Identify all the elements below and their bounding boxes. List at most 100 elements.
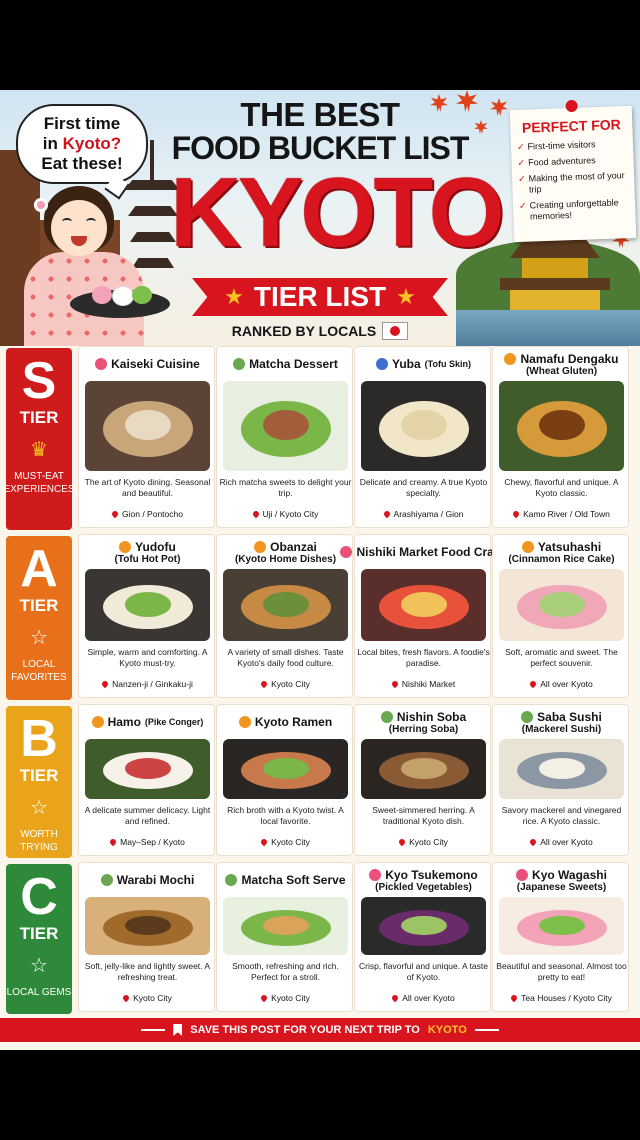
food-card[interactable]: Kyoto Ramen Rich broth with a Kyoto twist… — [216, 704, 353, 856]
food-card[interactable]: Kyo Wagashi (Japanese Sweets) Beautiful an… — [492, 862, 629, 1012]
flower-icon — [233, 358, 246, 370]
star-outline-icon: ☆ — [30, 955, 48, 977]
food-card[interactable]: Namafu Dengaku (Wheat Gluten) Chewy, flavo… — [492, 346, 629, 528]
food-description: Crisp, flavorful and unique. A taste of … — [359, 961, 488, 982]
food-location-text: All over Kyoto — [540, 837, 593, 847]
food-card[interactable]: Kaiseki Cuisine The art of Kyoto dining. … — [78, 346, 215, 528]
food-description: Soft, jelly-like and lightly sweet. A re… — [84, 961, 211, 982]
dish-detail — [125, 915, 171, 936]
food-photo — [223, 739, 348, 799]
food-header: Kaiseki Cuisine — [79, 349, 216, 379]
perfect-item: ✓ Food adventures — [517, 154, 627, 169]
speech-line-3: Eat these! — [41, 154, 123, 173]
food-location: All over Kyoto — [357, 993, 490, 1003]
food-header: Matcha Soft Serve — [217, 865, 354, 895]
dish-detail — [263, 915, 309, 936]
location-pin-icon — [511, 509, 521, 519]
ranked-by-locals: RANKED BY LOCALS — [220, 322, 420, 340]
tier-subtitle: LOCAL GEMS — [6, 987, 72, 998]
flower-icon — [238, 716, 251, 728]
food-card[interactable]: Yudofu (Tofu Hot Pot) Simple, warm and com… — [78, 534, 215, 698]
food-card[interactable]: Nishin Soba (Herring Soba) Sweet-simmered … — [354, 704, 491, 856]
dish-detail — [539, 915, 585, 936]
tier-word: TIER — [19, 408, 59, 427]
speech-line-1: First time — [43, 114, 121, 133]
food-photo — [499, 381, 624, 471]
food-card[interactable]: Yatsuhashi (Cinnamon Rice Cake) Soft, arom… — [492, 534, 629, 698]
food-card[interactable]: Obanzai (Kyoto Home Dishes) A variety of s… — [216, 534, 353, 698]
food-location-text: Kyoto City — [271, 837, 310, 847]
tier-word: TIER — [19, 924, 59, 943]
food-location-text: All over Kyoto — [540, 679, 593, 689]
header: First time in Kyoto? Eat these! THE BEST — [0, 90, 640, 346]
food-name: Kaiseki Cuisine — [111, 357, 200, 371]
food-description: The art of Kyoto dining. Seasonal and be… — [84, 477, 211, 498]
check-icon: ✓ — [517, 157, 526, 168]
food-name: Kyo Wagashi — [532, 867, 607, 882]
food-header: Warabi Mochi — [79, 865, 216, 895]
ranked-label: RANKED BY LOCALS — [231, 323, 377, 339]
food-description: Delicate and creamy. A true Kyoto specia… — [359, 477, 488, 498]
hair-flower-icon — [34, 198, 48, 212]
perfect-item: ✓ First-time visitors — [517, 138, 627, 153]
food-description: Chewy, flavorful and unique. A Kyoto cla… — [504, 477, 619, 498]
food-card[interactable]: Matcha Soft Serve Smooth, refreshing and … — [216, 862, 353, 1012]
check-icon: ✓ — [516, 141, 525, 152]
food-photo — [361, 381, 486, 471]
food-description: Rich matcha sweets to delight your trip. — [219, 477, 352, 498]
food-description: Soft, aromatic and sweet. The perfect so… — [505, 647, 618, 668]
food-location: Arashiyama / Gion — [357, 509, 490, 519]
food-photo — [85, 739, 210, 799]
food-location: Kyoto City — [357, 837, 490, 847]
location-pin-icon — [259, 837, 269, 847]
food-location: All over Kyoto — [495, 837, 628, 847]
footer-text: SAVE THIS POST FOR YOUR NEXT TRIP TO — [190, 1024, 420, 1036]
tier-list-label: TIER LIST — [253, 281, 387, 312]
food-name: Yatsuhashi — [537, 539, 602, 554]
food-subtitle: (Pike Conger) — [144, 717, 204, 727]
dango — [112, 286, 134, 306]
dish-detail — [125, 758, 171, 779]
food-card[interactable]: Hamo (Pike Conger) A delicate summer delic… — [78, 704, 215, 856]
food-header: Obanzai (Kyoto Home Dishes) — [217, 537, 354, 567]
location-pin-icon — [391, 993, 400, 1003]
star-icon: ★ — [224, 284, 244, 309]
food-location: May–Sep / Kyoto — [81, 837, 214, 847]
food-subtitle: (Herring Soba) — [388, 723, 459, 735]
golden-pavilion — [500, 240, 610, 310]
food-header: Nishin Soba (Herring Soba) — [355, 707, 492, 737]
food-name: Kyo Tsukemono — [385, 867, 478, 882]
food-description: Rich broth with a Kyoto twist. A local f… — [227, 805, 344, 826]
food-card[interactable]: Kyo Tsukemono (Pickled Vegetables) Crisp, … — [354, 862, 491, 1012]
tier-label: S TIER ♛ MUST-EAT EXPERIENCES — [3, 348, 75, 530]
perfect-for-card: PERFECT FOR ✓ First-time visitors ✓ Food a… — [509, 99, 637, 243]
food-location-text: Arashiyama / Gion — [393, 509, 464, 519]
food-card[interactable]: Saba Sushi (Mackerel Sushi) Savory mackere… — [492, 704, 629, 856]
food-location-text: Kyoto City — [271, 993, 310, 1003]
crown-icon: ♛ — [30, 439, 48, 461]
food-subtitle: (Cinnamon Rice Cake) — [508, 553, 615, 565]
dish-detail — [401, 915, 447, 936]
food-card[interactable]: Warabi Mochi Soft, jelly-like and lightly… — [78, 862, 215, 1012]
divider-line — [474, 1029, 499, 1031]
star-outline-icon: ☆ — [30, 627, 48, 649]
food-card[interactable]: Yuba (Tofu Skin) Delicate and creamy. A tr… — [354, 346, 491, 528]
dish-detail — [263, 409, 309, 441]
dish-detail — [263, 592, 309, 617]
food-photo — [499, 569, 624, 641]
food-photo — [361, 897, 486, 955]
food-card[interactable]: Matcha Dessert Rich matcha sweets to deli… — [216, 346, 353, 528]
flower-icon — [375, 358, 388, 370]
food-card[interactable]: Nishiki Market Food Crawl Local bites, fr… — [340, 534, 507, 698]
flower-icon — [340, 546, 353, 558]
dish-detail — [539, 409, 585, 441]
food-location-text: Kyoto City — [409, 837, 448, 847]
food-header: Kyo Wagashi (Japanese Sweets) — [493, 865, 630, 895]
flower-icon — [504, 352, 517, 365]
food-photo — [85, 381, 210, 471]
location-pin-icon — [529, 679, 538, 689]
food-photo — [85, 569, 210, 641]
flower-icon — [369, 868, 382, 881]
flower-icon — [380, 710, 393, 723]
tier-subtitle: WORTH TRYING — [20, 829, 58, 853]
